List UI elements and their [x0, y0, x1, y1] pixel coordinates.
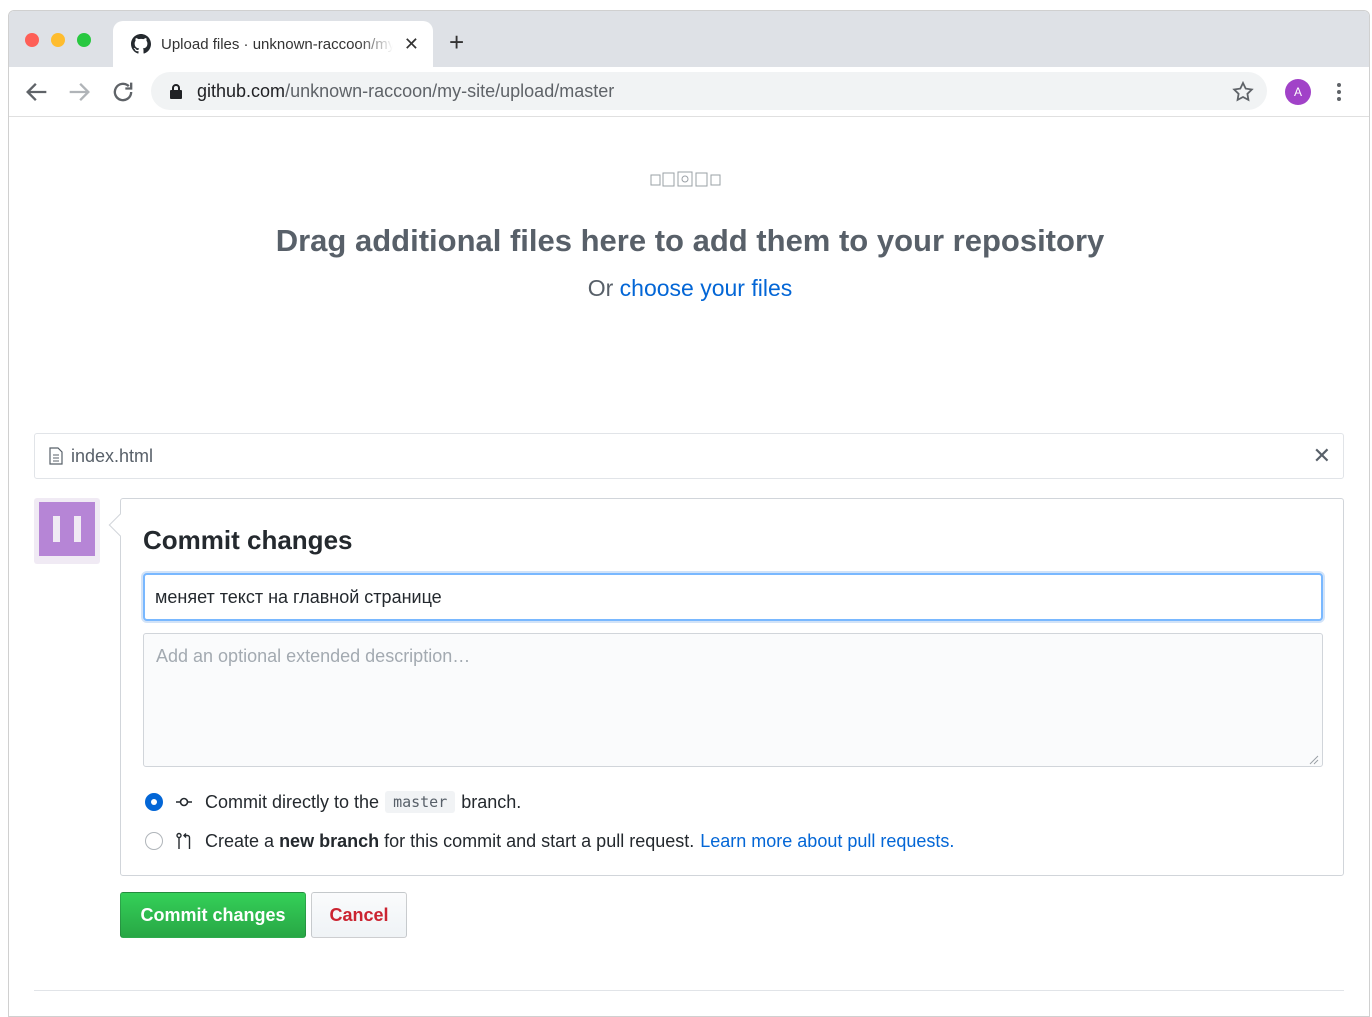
resize-grip-icon[interactable] — [1307, 753, 1319, 765]
minimize-window-button[interactable] — [51, 33, 65, 47]
bookmark-star-icon[interactable] — [1231, 80, 1255, 104]
dropzone-subtitle: Or choose your files — [9, 275, 1369, 302]
identicon — [39, 502, 95, 556]
new-branch-bold: new branch — [279, 830, 380, 851]
browser-window: Upload files · unknown-raccoon/my-site ✕… — [8, 10, 1370, 1017]
commit-direct-radio[interactable] — [145, 793, 163, 811]
maximize-window-button[interactable] — [77, 33, 91, 47]
new-tab-button[interactable]: + — [449, 29, 464, 55]
upload-page: Drag additional files here to add them t… — [9, 117, 1369, 1016]
uploaded-file-row: index.html ✕ — [34, 433, 1344, 479]
forward-arrow-icon[interactable] — [65, 78, 93, 106]
dropzone-title: Drag additional files here to add them t… — [275, 223, 1105, 258]
commit-description-textarea[interactable] — [143, 633, 1323, 767]
commit-form: Commit changes Commit directly to the ma… — [108, 498, 1344, 876]
user-avatar — [34, 498, 100, 564]
commit-direct-prefix: Commit directly to the — [205, 791, 380, 812]
browser-toolbar: github.com/unknown-raccoon/my-site/uploa… — [9, 67, 1369, 117]
choose-files-link[interactable]: choose your files — [620, 275, 793, 301]
branch-name: master — [385, 791, 456, 813]
address-bar[interactable]: github.com/unknown-raccoon/my-site/uploa… — [151, 72, 1267, 110]
commit-direct-suffix: branch. — [461, 791, 522, 812]
url-host: github.com — [197, 80, 286, 101]
close-window-button[interactable] — [25, 33, 39, 47]
back-arrow-icon[interactable] — [23, 78, 51, 106]
learn-more-pull-requests-link[interactable]: Learn more about pull requests. — [700, 831, 954, 852]
url-path: /unknown-raccoon/my-site/upload/master — [285, 80, 615, 101]
file-name: index.html — [71, 445, 154, 466]
new-branch-option[interactable]: Create a new branch for this commit and … — [145, 828, 954, 854]
lock-icon — [170, 84, 182, 99]
new-branch-radio[interactable] — [145, 832, 163, 850]
new-branch-suffix: for this commit and start a pull request… — [384, 830, 695, 851]
tab-title: Upload files · unknown-raccoon/my-site — [161, 35, 393, 53]
more-vertical-icon[interactable] — [1331, 79, 1347, 105]
cancel-button[interactable]: Cancel — [311, 892, 407, 938]
commit-summary-input[interactable] — [143, 573, 1323, 621]
git-commit-icon — [176, 797, 192, 807]
github-icon — [131, 34, 151, 54]
commit-direct-option[interactable]: Commit directly to the master branch. — [145, 789, 521, 815]
tab-upload-files[interactable]: Upload files · unknown-raccoon/my-site ✕ — [113, 21, 433, 67]
tab-strip: Upload files · unknown-raccoon/my-site ✕… — [9, 11, 1369, 67]
profile-avatar[interactable]: A — [1285, 79, 1311, 105]
url-text: github.com/unknown-raccoon/my-site/uploa… — [197, 81, 614, 102]
divider — [34, 990, 1344, 991]
or-text: Or — [587, 275, 620, 301]
tab-close-icon[interactable]: ✕ — [404, 34, 419, 54]
reload-icon[interactable] — [109, 78, 137, 106]
file-icon — [49, 447, 63, 465]
remove-file-icon[interactable]: ✕ — [1313, 445, 1331, 467]
pull-request-icon — [176, 832, 191, 849]
new-branch-prefix: Create a — [205, 830, 275, 851]
comment-pointer — [108, 513, 132, 537]
file-types-icon — [650, 171, 721, 187]
commit-changes-button[interactable]: Commit changes — [120, 892, 306, 938]
commit-title: Commit changes — [143, 525, 353, 555]
